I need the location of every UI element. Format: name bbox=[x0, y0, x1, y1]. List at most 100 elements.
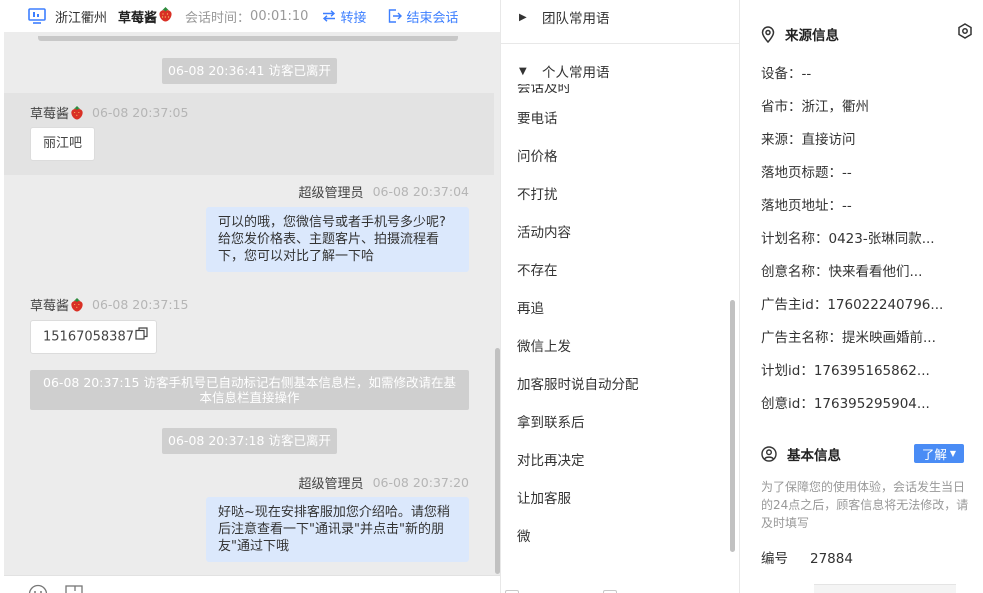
group-label: 个人常用语 bbox=[542, 65, 610, 81]
info-value: 176395295904... bbox=[813, 396, 930, 412]
group-label: 团队常用语 bbox=[542, 11, 610, 27]
location-pin-icon bbox=[761, 25, 775, 43]
phrase-list: 会话及时 要电话 问价格 不打扰 活动内容 不存在 再追 微信上发 加客服时说自… bbox=[501, 84, 731, 574]
phrase-item[interactable]: 再追 bbox=[517, 297, 544, 317]
learn-more-label: 了解 bbox=[921, 447, 947, 462]
phrase-item[interactable]: 对比再决定 bbox=[517, 449, 585, 469]
monitor-icon bbox=[28, 8, 46, 24]
phrase-item[interactable]: 会话及时 bbox=[517, 84, 571, 93]
info-key: 广告主id： bbox=[761, 297, 828, 313]
sender-name: 草莓酱 bbox=[30, 107, 70, 122]
strawberry-icon bbox=[70, 105, 84, 120]
message-time: 06-08 20:37:15 bbox=[92, 297, 189, 312]
info-value: 176395165862... bbox=[813, 363, 930, 379]
phrase-item[interactable]: 要电话 bbox=[517, 107, 558, 127]
strawberry-icon bbox=[158, 6, 173, 26]
info-value: 快来看看他们... bbox=[828, 264, 923, 280]
info-value: -- bbox=[842, 198, 852, 214]
system-notice: 06-08 20:37:15 访客手机号已自动标记右侧基本信息栏，如需修改请在基… bbox=[30, 370, 469, 410]
caret-down-icon: ▼ bbox=[949, 449, 957, 458]
chat-header: 浙江衢州 草莓酱 会话时间： 00:01:10 转接 结束会话 bbox=[4, 0, 500, 32]
message-sender: 超级管理员 06-08 20:37:04 bbox=[204, 182, 469, 201]
info-row-landing-url: 落地页地址：-- bbox=[761, 194, 852, 214]
caret-down-icon: ▼ bbox=[519, 65, 527, 77]
end-session-label: 结束会话 bbox=[406, 10, 459, 26]
message-line: 可以的哦，您微信号或者手机号多少呢? bbox=[218, 215, 446, 230]
info-key: 省市： bbox=[761, 99, 802, 115]
system-message: 06-08 20:36:41 访客已离开 bbox=[162, 58, 337, 84]
phrase-item[interactable]: 不打扰 bbox=[517, 183, 558, 203]
info-row-plan-id: 计划id：176395165862... bbox=[761, 359, 930, 379]
info-key: 创意id： bbox=[761, 396, 814, 412]
visitor-message-bubble: 丽江吧 bbox=[30, 127, 96, 161]
visitor-region: 浙江衢州 bbox=[55, 10, 108, 26]
edit-notice: 为了保障您的使用体验，会话发生当日的24点之后，顾客信息将无法修改，请及时填写 bbox=[761, 480, 969, 530]
chat-panel: 浙江衢州 草莓酱 会话时间： 00:01:10 转接 结束会话 06-08 20… bbox=[4, 0, 500, 593]
info-value: -- bbox=[801, 66, 812, 82]
info-row-advertiser-name: 广告主名称：提米映画婚前... bbox=[761, 326, 936, 346]
info-row-city: 省市：浙江，衢州 bbox=[761, 95, 869, 115]
info-key: 来源： bbox=[761, 132, 802, 148]
agent-message-bubble: 好哒~现在安排客服加您介绍哈。请您稍 后注意查看一下"通讯录"并点击"新的朋 友… bbox=[206, 497, 469, 562]
divider bbox=[501, 43, 739, 44]
transfer-label: 转接 bbox=[340, 10, 367, 26]
system-message: 06-08 20:37:18 访客已离开 bbox=[162, 428, 337, 454]
section-label: 基本信息 bbox=[787, 448, 841, 464]
agent-message-bubble: 可以的哦，您微信号或者手机号多少呢? 给您发价格表、主题客片、拍摄流程看 下，您… bbox=[206, 207, 469, 272]
message-line: 后注意查看一下"通讯录"并点击"新的朋 bbox=[218, 522, 444, 537]
phone-number: 15167058387 bbox=[43, 329, 134, 345]
phrases-footer bbox=[501, 582, 739, 593]
system-notice-line: 06-08 20:37:15 访客手机号已自动标记右侧基本信息栏，如需修改请在基 bbox=[43, 375, 456, 390]
message-line: 好哒~现在安排客服加您介绍哈。请您稍 bbox=[218, 505, 450, 520]
chat-toolbar bbox=[4, 575, 500, 593]
info-key: 落地页地址： bbox=[761, 198, 842, 214]
session-time-value: 00:01:10 bbox=[250, 8, 309, 24]
copy-icon[interactable] bbox=[135, 321, 148, 353]
info-value: 浙江，衢州 bbox=[801, 99, 870, 115]
message-time: 06-08 20:37:05 bbox=[92, 105, 189, 120]
strawberry-icon bbox=[70, 297, 84, 312]
sender-name: 草莓酱 bbox=[30, 299, 70, 314]
phrase-item[interactable]: 微信上发 bbox=[517, 335, 571, 355]
phrase-item[interactable]: 微 bbox=[517, 525, 531, 545]
phrases-scrollbar[interactable] bbox=[730, 300, 735, 552]
info-key: 计划名称： bbox=[761, 231, 829, 247]
group-personal-phrases[interactable]: ▼ 个人常用语 bbox=[519, 61, 610, 81]
message-sender: 草莓酱 06-08 20:37:15 bbox=[30, 295, 188, 314]
group-team-phrases[interactable]: ▶ 团队常用语 bbox=[519, 7, 610, 27]
settings-icon[interactable] bbox=[957, 23, 973, 43]
emoji-icon[interactable] bbox=[28, 584, 48, 593]
phrase-item[interactable]: 不存在 bbox=[517, 259, 558, 279]
visitor-phone-bubble[interactable]: 15167058387 bbox=[30, 320, 157, 354]
info-row-advertiser-id: 广告主id：176022240796... bbox=[761, 293, 943, 313]
app-root: 浙江衢州 草莓酱 会话时间： 00:01:10 转接 结束会话 06-08 20… bbox=[0, 0, 983, 593]
number-label: 编号 bbox=[761, 551, 788, 567]
message-line: 友"通过下哦 bbox=[218, 539, 289, 554]
info-row-creative-name: 创意名称：快来看看他们... bbox=[761, 260, 922, 280]
phrase-item[interactable]: 让加客服 bbox=[517, 487, 571, 507]
sender-name: 超级管理员 bbox=[298, 186, 364, 201]
info-row-landing-title: 落地页标题：-- bbox=[761, 161, 852, 181]
info-value: 直接访问 bbox=[801, 132, 856, 148]
visitor-name: 草莓酱 bbox=[118, 10, 158, 26]
info-row-device: 设备：-- bbox=[761, 62, 811, 82]
learn-more-dropdown[interactable]: 了解 ▼ bbox=[914, 444, 964, 463]
input-field[interactable] bbox=[814, 584, 956, 593]
phrase-item[interactable]: 问价格 bbox=[517, 145, 558, 165]
session-time-label: 会话时间： bbox=[185, 10, 251, 26]
phrase-item[interactable]: 活动内容 bbox=[517, 221, 571, 241]
message-sender: 草莓酱 06-08 20:37:05 bbox=[30, 103, 188, 122]
system-notice-line: 本信息栏直接操作 bbox=[199, 390, 300, 405]
source-info-title: 来源信息 bbox=[761, 24, 839, 44]
end-session-button[interactable]: 结束会话 bbox=[388, 7, 458, 26]
info-row-creative-id: 创意id：176395295904... bbox=[761, 392, 930, 412]
transfer-button[interactable]: 转接 bbox=[322, 7, 366, 26]
phrase-item[interactable]: 加客服时说自动分配 bbox=[517, 373, 639, 393]
phrase-item[interactable]: 拿到联系后 bbox=[517, 411, 585, 431]
info-value: 0423-张琳同款... bbox=[828, 231, 935, 247]
folder-icon[interactable] bbox=[64, 584, 84, 593]
info-key: 创意名称： bbox=[761, 264, 829, 280]
sender-name: 超级管理员 bbox=[298, 477, 364, 492]
info-value: 提米映画婚前... bbox=[842, 330, 936, 346]
basic-info-title: 基本信息 bbox=[761, 444, 841, 464]
